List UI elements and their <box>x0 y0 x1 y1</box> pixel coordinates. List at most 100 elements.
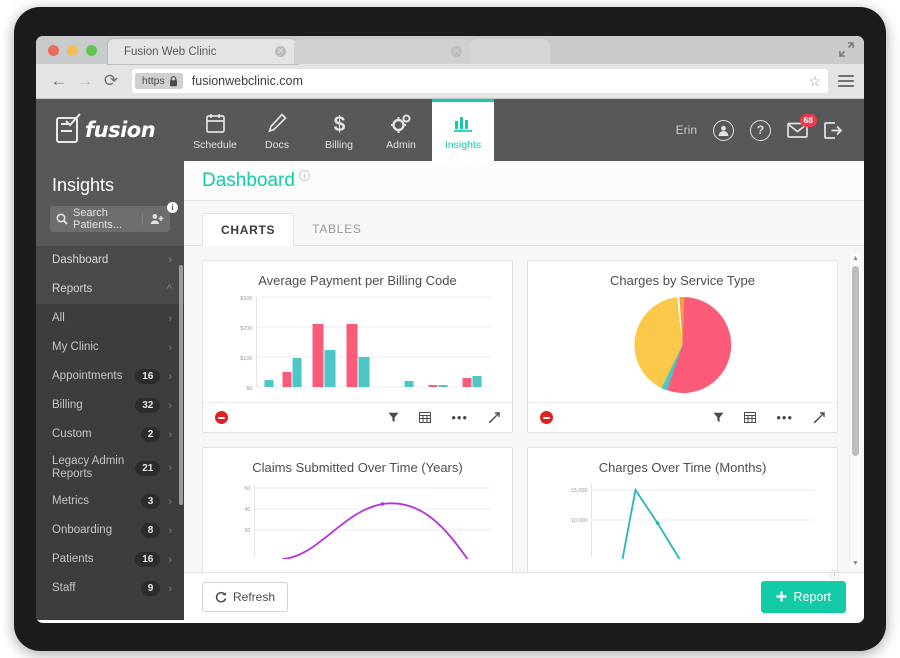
table-icon[interactable] <box>744 412 757 423</box>
remove-icon[interactable] <box>540 411 553 424</box>
sidebar-title: Insights <box>36 161 184 206</box>
add-user-icon[interactable] <box>142 213 164 225</box>
help-icon[interactable]: ? <box>750 119 771 141</box>
hamburger-menu-icon[interactable] <box>838 75 854 87</box>
user-avatar-icon[interactable] <box>713 119 734 141</box>
nav-label: Schedule <box>193 139 237 151</box>
user-name: Erin <box>675 123 697 137</box>
chevron-right-icon: › <box>168 428 172 441</box>
info-icon[interactable]: i <box>167 202 178 213</box>
info-icon[interactable]: ⓘ <box>830 568 839 581</box>
sidebar-item-label: Onboarding <box>52 523 113 536</box>
chevron-right-icon: › <box>168 462 172 474</box>
app-footer: Refresh ⓘ Report <box>184 570 864 620</box>
sidebar-item-all[interactable]: All › <box>36 304 184 333</box>
nav-right-actions: Erin ? 68 <box>676 99 864 161</box>
star-icon[interactable]: ☆ <box>808 73 821 90</box>
chevron-right-icon: › <box>168 553 172 566</box>
browser-tab-active[interactable]: Fusion Web Clinic ✕ <box>108 39 298 64</box>
chevron-right-icon: › <box>168 254 172 266</box>
nav-label: Docs <box>265 139 289 151</box>
nav-item-docs[interactable]: Docs <box>246 99 308 161</box>
expand-icon[interactable] <box>488 411 500 424</box>
chevron-up-icon: ^ <box>166 283 172 295</box>
chevron-right-icon: › <box>168 341 172 354</box>
sidebar-item-custom[interactable]: Custom 2 › <box>36 420 184 449</box>
sidebar-item-legacy-admin-reports[interactable]: Legacy Admin Reports 21 › <box>36 449 184 487</box>
scroll-down-icon[interactable]: ▼ <box>852 560 859 567</box>
sidebar-item-label: Reports <box>52 283 93 295</box>
filter-icon[interactable] <box>713 412 724 423</box>
tab-charts[interactable]: CHARTS <box>202 213 295 246</box>
y-tick-label: 30 <box>244 528 250 534</box>
sidebar-item-appointments[interactable]: Appointments 16 › <box>36 362 184 391</box>
data-point <box>655 521 660 525</box>
window-controls[interactable] <box>48 45 97 56</box>
filter-icon[interactable] <box>388 412 399 423</box>
sidebar-item-label: Custom <box>52 427 92 440</box>
https-badge: https <box>135 73 183 89</box>
sidebar: Insights Search Patients... i Dashboard … <box>36 161 184 620</box>
card-actions: ••• <box>713 411 825 424</box>
info-icon[interactable]: i <box>298 170 310 181</box>
more-icon[interactable]: ••• <box>451 411 468 424</box>
logo-wordmark: fusion <box>85 118 156 142</box>
lock-icon <box>169 76 177 87</box>
chevron-right-icon: › <box>168 495 172 508</box>
y-tick-label: $100 <box>240 356 252 362</box>
maximize-window-button[interactable] <box>86 45 97 56</box>
main-content: Dashboard i CHARTS TABLES Average Paymen… <box>184 161 864 620</box>
bar-chart: $300 $200 $100 $0 <box>240 296 491 392</box>
chevron-right-icon: › <box>168 582 172 595</box>
sidebar-item-onboarding[interactable]: Onboarding 8 › <box>36 516 184 545</box>
remove-icon[interactable] <box>215 411 228 424</box>
sidebar-item-billing[interactable]: Billing 32 › <box>36 391 184 420</box>
more-icon[interactable]: ••• <box>776 411 793 424</box>
sidebar-scrollbar[interactable] <box>179 265 183 505</box>
sidebar-item-patients[interactable]: Patients 16 › <box>36 545 184 574</box>
sidebar-item-label: My Clinic <box>52 340 99 353</box>
close-icon[interactable]: ✕ <box>275 46 286 57</box>
page-title: Dashboard <box>202 169 295 191</box>
reload-icon[interactable]: ⟳ <box>98 68 124 94</box>
browser-tab-blank[interactable]: ✕ <box>294 39 474 64</box>
content-scrollbar[interactable]: ▲ ▼ <box>849 254 860 568</box>
browser-tab-blank-2[interactable] <box>470 39 550 64</box>
scrollbar-thumb[interactable] <box>852 266 859 456</box>
nav-item-billing[interactable]: $ Billing <box>308 99 370 161</box>
minimize-window-button[interactable] <box>67 45 78 56</box>
expand-icon[interactable] <box>813 411 825 424</box>
sidebar-item-dashboard[interactable]: Dashboard › <box>36 246 184 275</box>
sidebar-item-staff[interactable]: Staff 9 › <box>36 574 184 603</box>
forward-arrow-icon[interactable]: → <box>72 68 98 94</box>
add-report-button[interactable]: ⓘ Report <box>761 570 846 613</box>
nav-item-insights[interactable]: Insights <box>432 99 494 161</box>
sidebar-item-metrics[interactable]: Metrics 3 › <box>36 487 184 516</box>
search-patients-box[interactable]: Search Patients... <box>50 206 170 232</box>
pie-chart <box>634 296 732 393</box>
fullscreen-icon[interactable] <box>839 42 854 57</box>
mail-notifications[interactable]: 68 <box>787 114 817 138</box>
address-bar[interactable]: https fusionwebclinic.com ☆ <box>132 69 828 93</box>
sidebar-item-count: 9 <box>140 581 161 596</box>
close-icon[interactable]: ✕ <box>451 46 462 57</box>
scroll-up-icon[interactable]: ▲ <box>852 255 859 262</box>
nav-label: Billing <box>324 139 353 151</box>
fusion-logo[interactable]: fusion <box>36 99 184 161</box>
sidebar-item-count: 3 <box>140 494 161 509</box>
nav-item-schedule[interactable]: Schedule <box>184 99 246 161</box>
logout-icon[interactable] <box>824 121 842 139</box>
close-window-button[interactable] <box>48 45 59 56</box>
line-chart-claims: 50 40 30 <box>244 484 491 559</box>
dollar-icon: $ <box>330 112 349 134</box>
sidebar-item-my-clinic[interactable]: My Clinic › <box>36 333 184 362</box>
sidebar-item-reports[interactable]: Reports ^ <box>36 275 184 304</box>
back-arrow-icon[interactable]: ← <box>46 68 72 94</box>
chart-title: Charges Over Time (Months) <box>598 460 767 475</box>
nav-item-admin[interactable]: Admin <box>370 99 432 161</box>
refresh-button[interactable]: Refresh <box>202 581 289 612</box>
tab-tables[interactable]: TABLES <box>294 213 379 245</box>
search-input-placeholder[interactable]: Search Patients... <box>73 207 142 231</box>
nav-label: Admin <box>386 139 416 151</box>
table-icon[interactable] <box>419 412 432 423</box>
